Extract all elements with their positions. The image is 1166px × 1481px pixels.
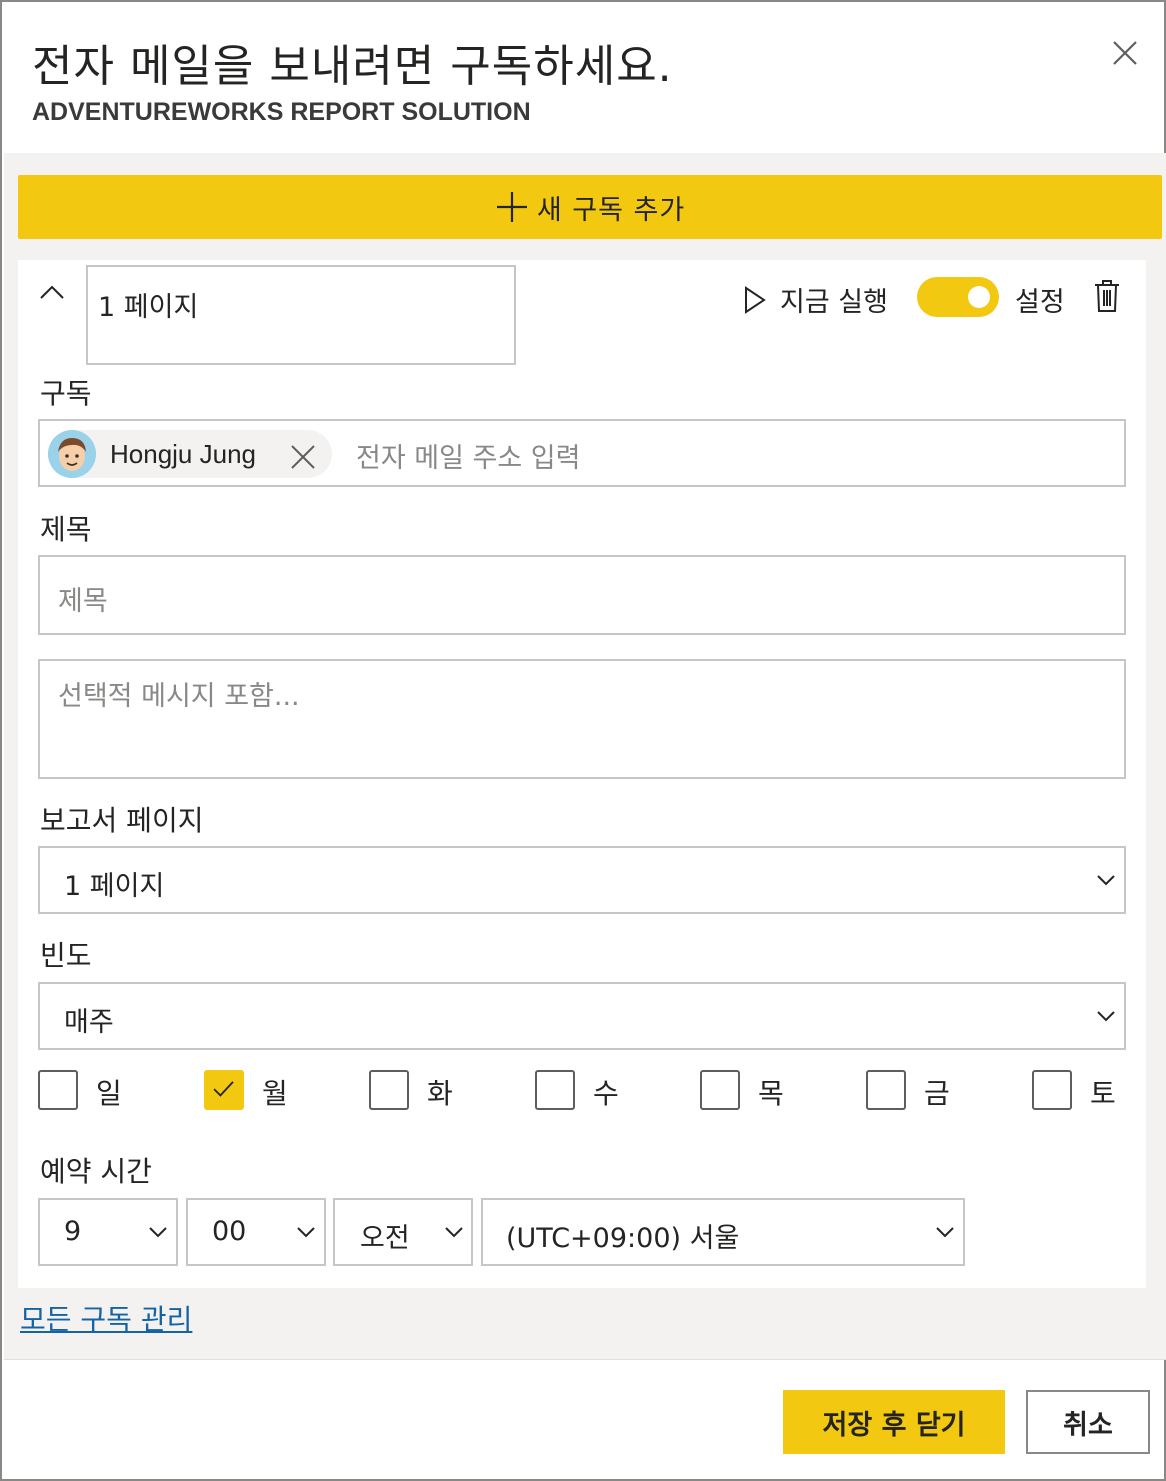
subject-placeholder: 제목 xyxy=(58,586,108,617)
email-input[interactable]: 전자 메일 주소 입력 xyxy=(356,436,580,475)
minute-value: 00 xyxy=(212,1216,247,1247)
manage-subscriptions-link[interactable]: 모든 구독 관리 xyxy=(20,1298,192,1338)
run-now-button[interactable]: 지금 실행 xyxy=(742,280,888,319)
frequency-value: 매주 xyxy=(64,1007,114,1038)
day-label-sat: 토 xyxy=(1090,1077,1116,1110)
subscription-name-input[interactable]: 1 페이지 xyxy=(86,265,516,365)
settings-label: 설정 xyxy=(1015,287,1065,318)
plus-icon xyxy=(496,192,527,222)
dialog-subtitle: ADVENTUREWORKS REPORT SOLUTION xyxy=(32,98,531,126)
save-and-close-button[interactable]: 저장 후 닫기 xyxy=(783,1390,1005,1454)
report-page-select[interactable] xyxy=(38,846,1126,914)
chevron-down-icon xyxy=(1097,1011,1115,1022)
chevron-down-icon xyxy=(936,1227,954,1238)
day-label-wed: 수 xyxy=(593,1077,619,1110)
day-checkbox-sat[interactable] xyxy=(1032,1070,1072,1110)
add-subscription-label: 새 구독 추가 xyxy=(536,194,686,226)
recipient-name: Hongju Jung xyxy=(110,438,256,469)
day-label-thu: 목 xyxy=(758,1077,784,1110)
toggle-knob xyxy=(968,286,990,308)
day-checkbox-tue[interactable] xyxy=(369,1070,409,1110)
avatar xyxy=(48,430,96,478)
frequency-select[interactable] xyxy=(38,982,1126,1050)
chevron-down-icon xyxy=(149,1227,167,1238)
footer-divider xyxy=(4,1359,1166,1360)
day-checkbox-mon[interactable] xyxy=(204,1070,244,1110)
ampm-value: 오전 xyxy=(360,1223,410,1254)
add-subscription-button[interactable]: 새 구독 추가 xyxy=(18,175,1162,239)
hour-value: 9 xyxy=(64,1216,82,1247)
message-placeholder: 선택적 메시지 포함... xyxy=(58,681,300,712)
checkmark-icon xyxy=(213,1081,234,1097)
report-page-label: 보고서 페이지 xyxy=(40,804,204,837)
play-icon xyxy=(745,285,766,314)
close-icon[interactable] xyxy=(1108,36,1142,70)
day-label-mon: 월 xyxy=(262,1077,288,1110)
run-now-label: 지금 실행 xyxy=(780,287,888,318)
day-checkbox-sun[interactable] xyxy=(38,1070,78,1110)
report-page-value: 1 페이지 xyxy=(64,871,165,902)
subject-field[interactable] xyxy=(38,555,1126,635)
recipients-label: 구독 xyxy=(40,377,92,410)
chevron-down-icon xyxy=(297,1227,315,1238)
day-checkbox-fri[interactable] xyxy=(866,1070,906,1110)
chevron-up-icon[interactable] xyxy=(38,282,66,302)
schedule-label: 예약 시간 xyxy=(40,1155,152,1188)
day-label-sun: 일 xyxy=(96,1077,122,1110)
day-label-tue: 화 xyxy=(427,1077,453,1110)
chevron-down-icon xyxy=(445,1227,463,1238)
cancel-button[interactable]: 취소 xyxy=(1026,1390,1150,1454)
subject-label: 제목 xyxy=(40,513,92,546)
timezone-value: (UTC+09:00) 서울 xyxy=(506,1223,740,1254)
day-checkbox-thu[interactable] xyxy=(700,1070,740,1110)
remove-recipient-icon[interactable] xyxy=(288,442,318,472)
dialog-title: 전자 메일을 보내려면 구독하세요. xyxy=(32,41,673,92)
trash-icon[interactable] xyxy=(1092,278,1122,314)
day-checkbox-wed[interactable] xyxy=(535,1070,575,1110)
subscription-toggle[interactable] xyxy=(917,277,999,317)
chevron-down-icon xyxy=(1097,875,1115,886)
day-label-fri: 금 xyxy=(924,1077,950,1110)
frequency-label: 빈도 xyxy=(40,939,92,972)
subscribe-dialog: 전자 메일을 보내려면 구독하세요. ADVENTUREWORKS REPORT… xyxy=(0,0,1166,1481)
